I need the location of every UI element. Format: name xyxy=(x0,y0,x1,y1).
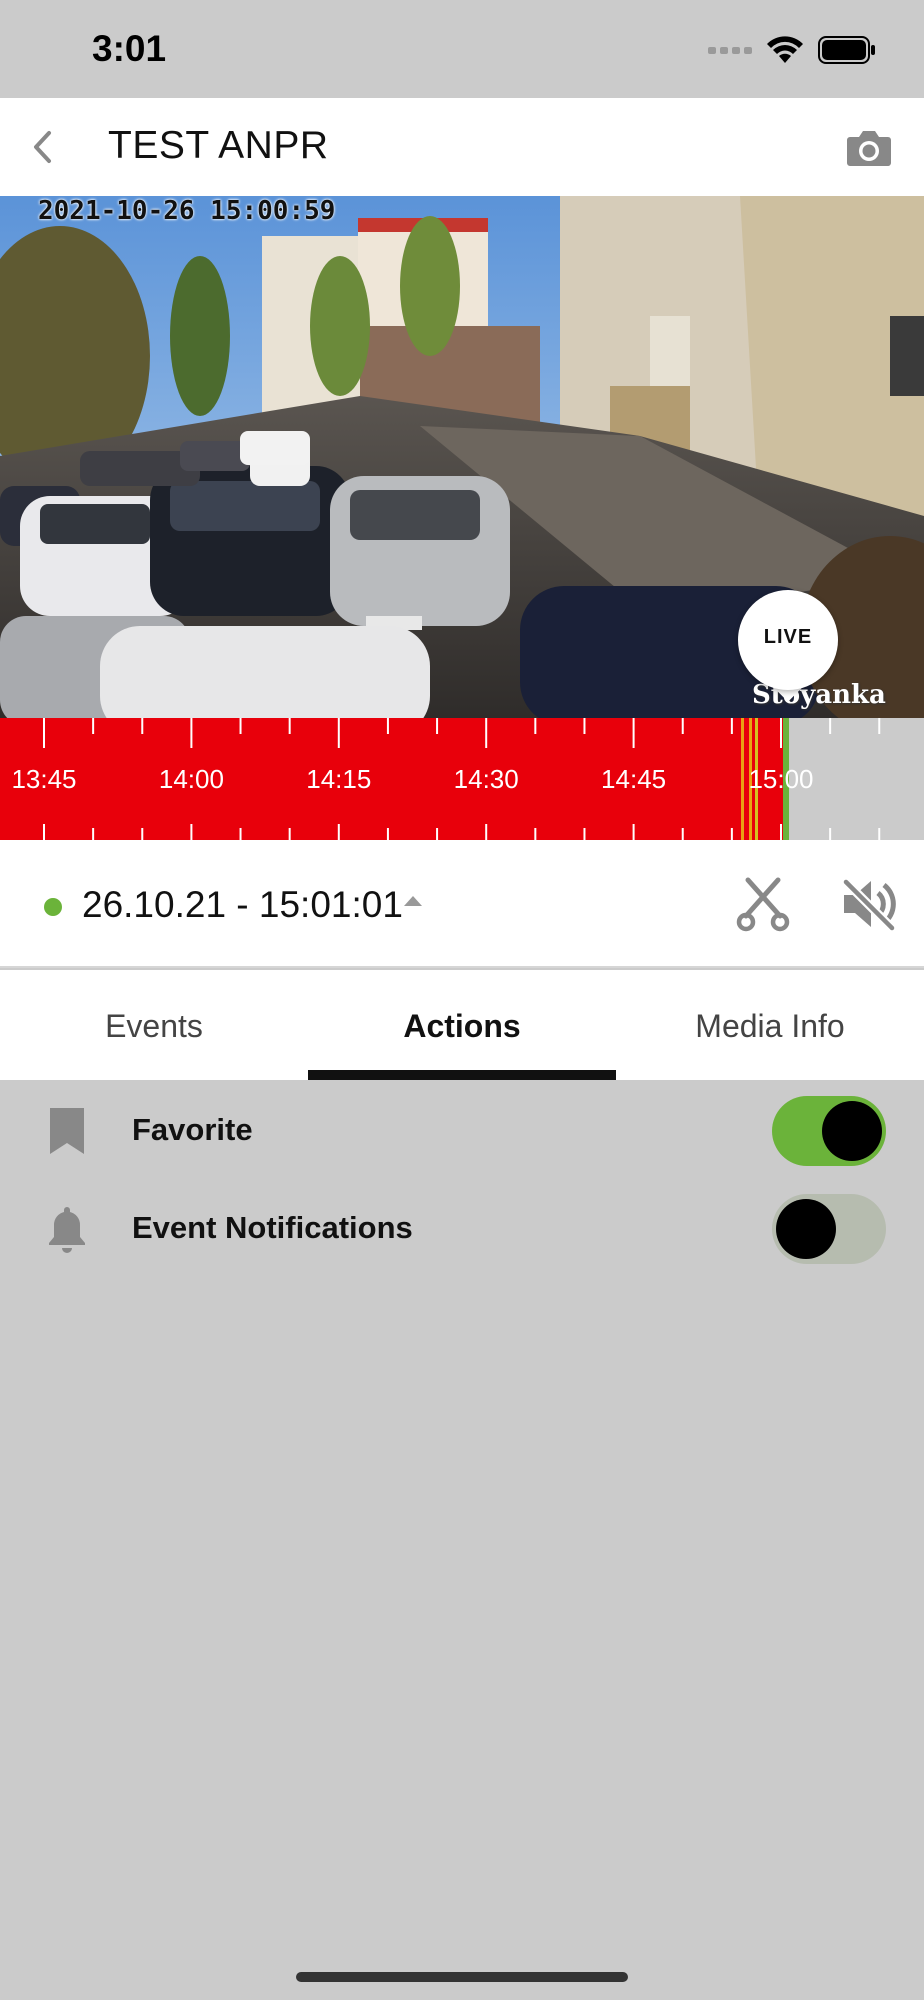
timeline-track: 13:45 14:00 14:15 14:30 14:45 15:00 xyxy=(0,718,881,840)
battery-icon xyxy=(818,36,875,64)
action-row-event-notifications: Event Notifications xyxy=(0,1180,924,1278)
timeline-time-label: 14:30 xyxy=(454,764,519,794)
header: TEST ANPR xyxy=(0,98,924,196)
status-icons xyxy=(708,30,876,70)
caret-up-icon[interactable] xyxy=(404,896,422,906)
tab-media-info[interactable]: Media Info xyxy=(616,970,924,1080)
timeline-time-label: 14:15 xyxy=(306,764,371,794)
bookmark-icon xyxy=(50,1108,84,1154)
timeline-time-label: 14:00 xyxy=(159,764,224,794)
speaker-muted-icon xyxy=(842,878,896,932)
favorite-label: Favorite xyxy=(132,1112,253,1147)
action-row-favorite: Favorite xyxy=(0,1082,924,1180)
tab-actions[interactable]: Actions xyxy=(308,970,616,1080)
chevron-left-icon xyxy=(34,131,51,163)
mute-button[interactable] xyxy=(840,876,898,932)
status-bar: 3:01 xyxy=(0,0,924,98)
osd-timestamp: 2021-10-26 15:00:59 xyxy=(38,196,336,226)
tab-bar: Events Actions Media Info xyxy=(0,970,924,1080)
favorite-toggle[interactable] xyxy=(772,1096,886,1166)
event-notifications-toggle[interactable] xyxy=(772,1194,886,1264)
camera-icon xyxy=(847,131,891,166)
live-button[interactable]: LIVE xyxy=(738,590,838,702)
recording-status-dot xyxy=(44,898,62,916)
clip-button[interactable] xyxy=(736,876,790,932)
playback-datetime[interactable]: 26.10.21 - 15:01:01 xyxy=(82,884,403,926)
timeline-time-label: 13:45 xyxy=(11,764,76,794)
page-title: TEST ANPR xyxy=(108,124,329,167)
home-indicator xyxy=(296,1972,628,1982)
tab-events[interactable]: Events xyxy=(0,970,308,1080)
bell-icon xyxy=(49,1207,85,1253)
snapshot-button[interactable] xyxy=(844,122,894,172)
event-notifications-label: Event Notifications xyxy=(132,1210,413,1245)
status-time: 3:01 xyxy=(92,28,167,69)
timeline-scrubber[interactable]: 13:45 14:00 14:15 14:30 14:45 15:00 xyxy=(0,718,924,840)
signal-icon xyxy=(708,47,752,54)
toggle-knob xyxy=(776,1199,836,1259)
back-button[interactable] xyxy=(18,122,68,172)
live-button-label: LIVE xyxy=(763,626,813,648)
tab-active-indicator xyxy=(308,1070,616,1080)
timeline-time-label: 14:45 xyxy=(601,764,666,794)
toggle-knob xyxy=(822,1101,882,1161)
scissors-icon xyxy=(736,877,790,932)
wifi-icon xyxy=(767,36,803,63)
timeline-time-label: 15:00 xyxy=(748,764,813,794)
